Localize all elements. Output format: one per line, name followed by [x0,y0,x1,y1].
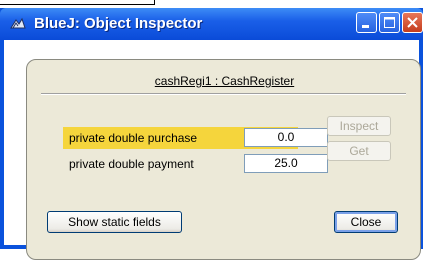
separator [41,93,406,95]
field-row-payment[interactable]: private double payment 25.0 [63,153,328,175]
background-window-edge [0,0,155,5]
inspect-button[interactable]: Inspect [327,116,391,136]
object-title: cashRegi1 : CashRegister [154,74,295,88]
maximize-icon [384,17,395,28]
field-value: 0.0 [244,128,328,147]
field-label: private double purchase [69,131,198,145]
close-window-button[interactable] [402,12,423,33]
bluej-app-icon [10,16,26,32]
show-static-fields-button[interactable]: Show static fields [47,211,182,233]
field-label: private double payment [69,157,194,171]
minimize-icon [362,25,369,28]
close-button[interactable]: Close [334,211,398,233]
window-client-area: cashRegi1 : CashRegister private double … [4,40,421,260]
get-button[interactable]: Get [327,141,391,161]
minimize-button[interactable] [356,12,377,33]
object-inspector-window: BlueJ: Object Inspector cashRegi1 : Cash… [0,8,423,260]
close-icon [407,17,418,28]
field-row-purchase[interactable]: private double purchase 0.0 [63,127,328,149]
field-value: 25.0 [244,154,328,173]
window-title: BlueJ: Object Inspector [34,15,203,32]
title-bar[interactable]: BlueJ: Object Inspector [0,8,423,40]
maximize-button[interactable] [379,12,400,33]
inspector-panel: cashRegi1 : CashRegister private double … [26,59,421,260]
